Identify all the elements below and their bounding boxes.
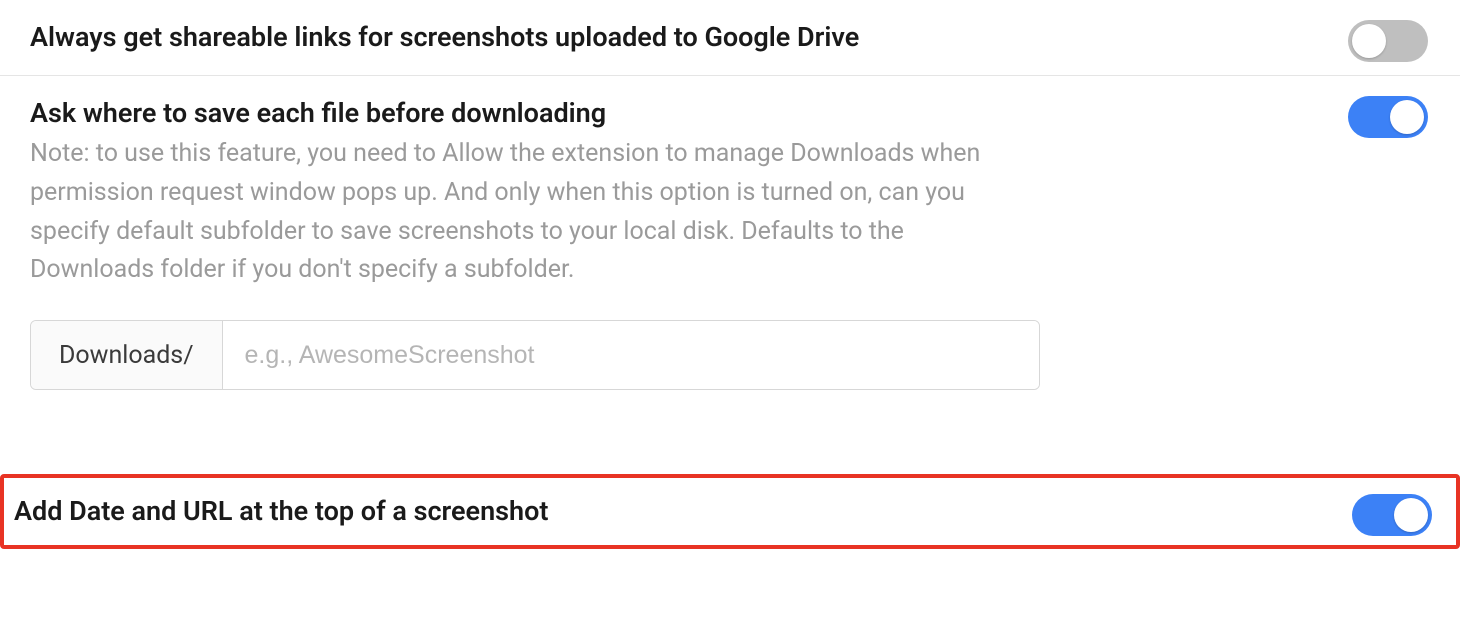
setting-row-shareable-links: Always get shareable links for screensho… (0, 0, 1460, 75)
setting-title-shareable-links: Always get shareable links for screensho… (30, 20, 1348, 55)
setting-desc-ask-where-save: Note: to use this feature, you need to A… (30, 135, 990, 290)
download-path-field: Downloads/ (30, 320, 1040, 390)
setting-row-add-date-url: Add Date and URL at the top of a screens… (0, 474, 1460, 549)
setting-content: Ask where to save each file before downl… (0, 76, 1348, 422)
toggle-knob (1394, 498, 1428, 532)
download-subfolder-input[interactable] (223, 321, 1039, 389)
setting-content: Always get shareable links for screensho… (0, 0, 1348, 75)
toggle-cell (1352, 478, 1456, 536)
toggle-shareable-links[interactable] (1348, 20, 1428, 62)
toggle-add-date-url[interactable] (1352, 494, 1432, 536)
setting-title-ask-where-save: Ask where to save each file before downl… (30, 96, 1348, 131)
setting-row-ask-where-save: Ask where to save each file before downl… (0, 75, 1460, 450)
setting-content: Add Date and URL at the top of a screens… (4, 478, 1352, 545)
setting-title-add-date-url: Add Date and URL at the top of a screens… (14, 494, 1352, 529)
toggle-ask-where-save[interactable] (1348, 96, 1428, 138)
toggle-cell (1348, 76, 1460, 138)
download-path-prefix: Downloads/ (31, 321, 223, 389)
toggle-cell (1348, 0, 1460, 62)
toggle-knob (1352, 24, 1386, 58)
toggle-knob (1390, 100, 1424, 134)
